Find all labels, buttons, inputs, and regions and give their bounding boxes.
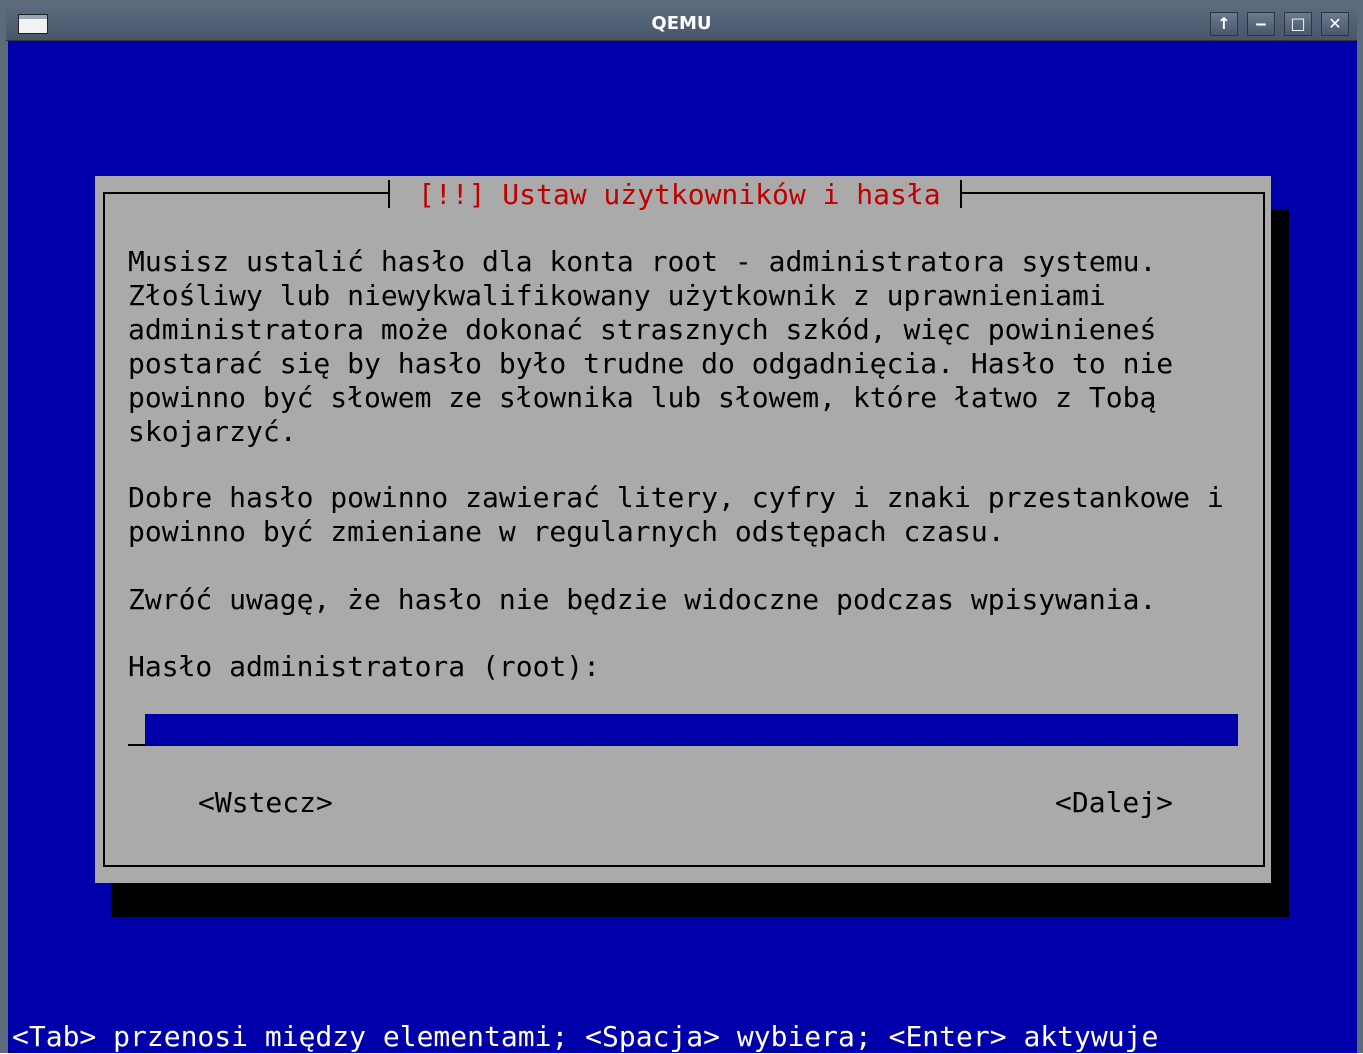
qemu-window: QEMU ↑ ‒ □ ✕ [!!] Ustaw użytkowników i h… (0, 0, 1363, 1053)
info-line: Złośliwy lub niewykwalifikowany użytkown… (128, 279, 1106, 312)
visibility-note: Zwróć uwagę, że hasło nie będzie widoczn… (128, 583, 1157, 616)
password-prompt-label: Hasło administratora (root): (128, 650, 601, 683)
shade-up-button[interactable]: ↑ (1210, 12, 1238, 36)
info-line: Dobre hasło powinno zawierać litery, cyf… (128, 481, 1224, 514)
info-line: skojarzyć. (128, 415, 297, 448)
root-password-input[interactable] (145, 714, 1238, 746)
info-line: powinno być słowem ze słownika lub słowe… (128, 381, 1157, 414)
info-line: Musisz ustalić hasło dla konta root - ad… (128, 245, 1157, 278)
password-field-underline (128, 744, 1238, 746)
maximize-button[interactable]: □ (1284, 12, 1312, 36)
window-title: QEMU (651, 13, 712, 34)
dialog-title: [!!] Ustaw użytkowników i hasła (418, 178, 941, 211)
keyboard-help-line: <Tab> przenosi między elementami; <Spacj… (12, 1020, 1159, 1053)
close-button[interactable]: ✕ (1321, 12, 1349, 36)
info-line: postarać się by hasło było trudne do odg… (128, 347, 1174, 380)
continue-button[interactable]: <Dalej> (1055, 786, 1173, 820)
back-button[interactable]: <Wstecz> (198, 786, 333, 820)
info-line: administratora może dokonać strasznych s… (128, 313, 1157, 346)
info-line: powinno być zmieniane w regularnych odst… (128, 515, 1005, 548)
window-titlebar[interactable]: QEMU ↑ ‒ □ ✕ (6, 6, 1357, 41)
text-cursor (128, 744, 145, 746)
minimize-button[interactable]: ‒ (1247, 12, 1275, 36)
